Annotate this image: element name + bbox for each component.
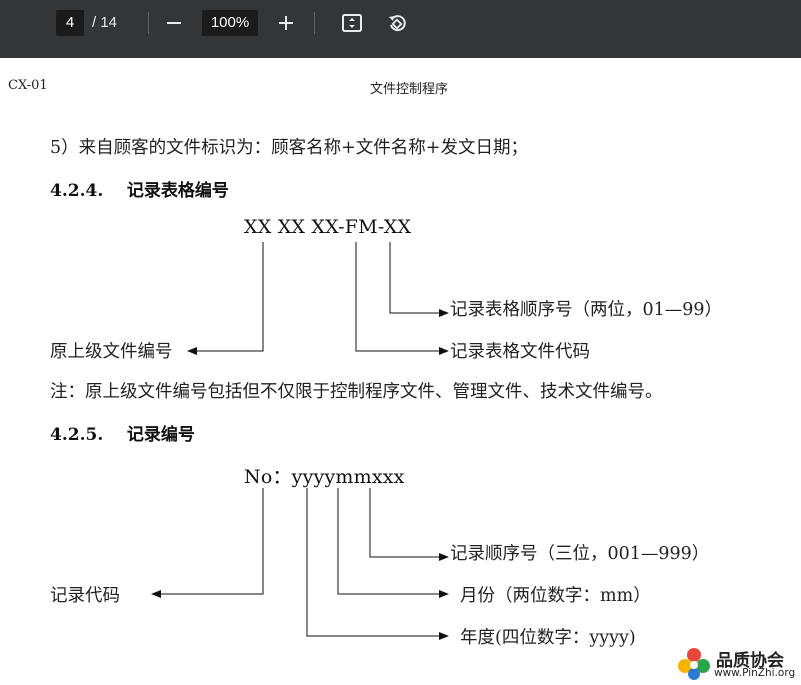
zoom-level-input[interactable]: 100% (202, 10, 258, 36)
connector-month (337, 488, 449, 598)
fit-page-button[interactable] (338, 9, 366, 37)
connector-record-code (151, 488, 264, 598)
connector-form-code (355, 242, 449, 355)
page-number-input[interactable]: 4 (56, 10, 84, 36)
total-pages-label: / 14 (92, 14, 118, 31)
rotate-icon (389, 15, 406, 32)
connector-year (306, 488, 449, 640)
zoom-in-button[interactable] (272, 9, 300, 37)
flower-logo-icon (678, 648, 710, 680)
zoom-out-button[interactable] (160, 9, 188, 37)
numbering-diagram (151, 242, 449, 640)
connector-form-sequence (389, 242, 449, 317)
plus-icon (279, 16, 293, 30)
pdf-toolbar: 4 / 14 100% (0, 0, 801, 58)
minus-icon (167, 22, 181, 24)
toolbar-divider (314, 12, 315, 34)
rotate-button[interactable] (383, 9, 411, 37)
connector-original-number (187, 242, 264, 355)
watermark-url: www.PinZhi.org (714, 667, 796, 679)
toolbar-divider (148, 12, 149, 34)
fit-page-icon (342, 14, 362, 32)
watermark-logo: 品质协会 www.PinZhi.org (676, 646, 798, 682)
connector-record-sequence (369, 488, 449, 561)
document-page: CX-01 文件控制程序 5）来自顾客的文件标识为：顾客名称+文件名称+发文日期… (0, 58, 801, 685)
